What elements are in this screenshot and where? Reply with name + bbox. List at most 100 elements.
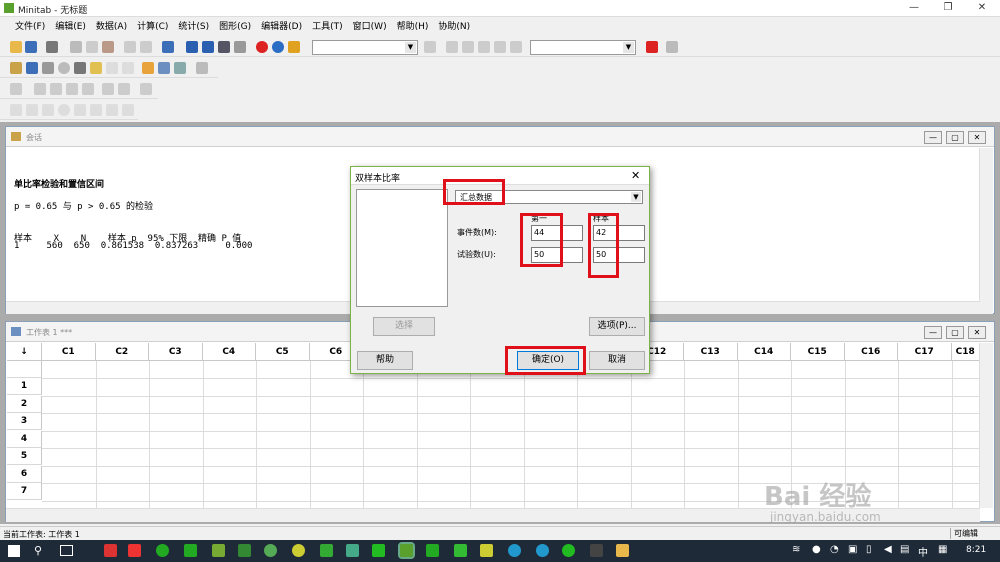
corner-cell[interactable]: ↓ — [7, 343, 42, 361]
arrow-down-icon[interactable] — [202, 41, 214, 53]
worksheet-minimize-button[interactable]: — — [924, 326, 942, 339]
graph-edit-icon-1[interactable] — [34, 83, 46, 95]
app-icon-19[interactable] — [590, 544, 603, 557]
menu-help[interactable]: 帮助(H) — [392, 18, 434, 36]
select-button[interactable]: 选择 — [373, 317, 435, 336]
column-combo[interactable]: ▼ — [312, 40, 418, 55]
cancel-icon[interactable] — [256, 41, 268, 53]
variable-listbox[interactable] — [356, 189, 448, 307]
row-number[interactable]: 4 — [7, 430, 42, 448]
new-item-icon[interactable] — [106, 62, 118, 74]
menu-tools[interactable]: 工具(T) — [307, 18, 348, 36]
chat-icon[interactable]: ● — [812, 544, 821, 555]
app-icon-2[interactable] — [128, 544, 141, 557]
line-tool-icon[interactable] — [102, 83, 114, 95]
ie-icon[interactable] — [536, 544, 549, 557]
keyboard-icon[interactable]: ▤ — [900, 544, 909, 555]
column-header[interactable]: C15 — [791, 343, 845, 361]
network-icon[interactable]: ▣ — [848, 544, 857, 555]
help-button[interactable]: 帮助 — [357, 351, 413, 370]
row-number[interactable]: 1 — [7, 378, 42, 395]
worksheet-maximize-button[interactable]: ▢ — [946, 326, 964, 339]
edge-icon[interactable] — [508, 544, 521, 557]
brush-select-icon[interactable] — [10, 83, 22, 95]
crosshair-icon[interactable] — [478, 41, 490, 53]
text-tool-icon[interactable] — [26, 104, 38, 116]
eraser-icon[interactable] — [140, 83, 152, 95]
menu-graph[interactable]: 图形(G) — [214, 18, 256, 36]
worksheet-close-button[interactable]: ✕ — [968, 326, 986, 339]
save-icon[interactable] — [25, 41, 37, 53]
graph-edit-icon-4[interactable] — [82, 83, 94, 95]
polyline-tool-icon[interactable] — [118, 83, 130, 95]
show-session-icon[interactable] — [10, 62, 22, 74]
find-icon[interactable] — [218, 41, 230, 53]
pointer-icon[interactable] — [446, 41, 458, 53]
app-icon-11[interactable] — [372, 544, 385, 557]
app-icon-14[interactable] — [454, 544, 467, 557]
row-number[interactable]: 7 — [7, 483, 42, 500]
row-number[interactable]: 3 — [7, 413, 42, 430]
session-window-icon[interactable] — [162, 41, 174, 53]
project-manager-icon[interactable] — [142, 62, 154, 74]
ime-indicator[interactable]: 中 — [918, 544, 928, 559]
column-header[interactable]: C16 — [844, 343, 898, 361]
redo-icon[interactable] — [140, 41, 152, 53]
app-icon-3[interactable] — [156, 544, 169, 557]
app-icon-1[interactable] — [104, 544, 117, 557]
info-icon[interactable] — [58, 62, 70, 74]
minimize-button[interactable]: — — [902, 1, 926, 15]
graph-edit-icon-3[interactable] — [66, 83, 78, 95]
menu-calc[interactable]: 计算(C) — [132, 18, 173, 36]
open-icon[interactable] — [10, 41, 22, 53]
undo-icon[interactable] — [124, 41, 136, 53]
session-close-button[interactable]: ✕ — [968, 131, 986, 144]
session-maximize-button[interactable]: ▢ — [946, 131, 964, 144]
column-header[interactable]: C13 — [684, 343, 738, 361]
select-arrow-icon[interactable] — [10, 104, 22, 116]
options-button[interactable]: 选项(P)... — [589, 317, 645, 336]
row-number[interactable]: 2 — [7, 395, 42, 413]
session-minimize-button[interactable]: — — [924, 131, 942, 144]
worksheet-vertical-scrollbar[interactable] — [979, 343, 993, 508]
file-explorer-icon[interactable] — [616, 544, 629, 557]
app-icon-13[interactable] — [426, 544, 439, 557]
column-header[interactable]: C5 — [256, 343, 310, 361]
wechat-icon[interactable] — [562, 544, 575, 557]
menu-editor[interactable]: 编辑器(D) — [256, 18, 307, 36]
battery-icon[interactable]: ▯ — [866, 544, 872, 555]
session-vertical-scrollbar[interactable] — [979, 148, 993, 314]
line-draw-icon[interactable] — [74, 104, 86, 116]
rectangle-tool-icon[interactable] — [42, 104, 54, 116]
assistant-icon[interactable] — [288, 41, 300, 53]
history-icon[interactable] — [74, 62, 86, 74]
polygon-tool-icon[interactable] — [106, 104, 118, 116]
clock-time[interactable]: 8:21 — [966, 545, 986, 555]
help-icon[interactable] — [272, 41, 284, 53]
delete-x-icon[interactable] — [646, 41, 658, 53]
arrow-up-icon[interactable] — [186, 41, 198, 53]
copy-icon[interactable] — [86, 41, 98, 53]
menu-stat[interactable]: 统计(S) — [173, 18, 214, 36]
name-row-header[interactable] — [7, 361, 42, 378]
freeform-tool-icon[interactable] — [122, 104, 134, 116]
show-data-icon[interactable] — [26, 62, 38, 74]
column-header[interactable]: C3 — [149, 343, 203, 361]
pen-icon[interactable] — [462, 41, 474, 53]
graph-edit-icon-2[interactable] — [50, 83, 62, 95]
copy-item-icon[interactable] — [122, 62, 134, 74]
dialog-close-icon[interactable]: ✕ — [631, 169, 640, 182]
worksheet-list-icon[interactable] — [158, 62, 170, 74]
minitab-taskbar-icon[interactable] — [398, 542, 415, 559]
replace-icon[interactable] — [234, 41, 246, 53]
column-header[interactable]: C1 — [42, 343, 96, 361]
print-icon[interactable] — [46, 41, 58, 53]
wifi-icon[interactable]: ≋ — [792, 544, 800, 555]
menu-assist[interactable]: 协助(N) — [433, 18, 475, 36]
volume-icon[interactable]: ◀ — [884, 544, 892, 555]
column-header[interactable]: C4 — [202, 343, 256, 361]
app-icon-4[interactable] — [184, 544, 197, 557]
column-header[interactable]: C17 — [898, 343, 952, 361]
onenote-icon[interactable] — [212, 544, 225, 557]
menu-window[interactable]: 窗口(W) — [348, 18, 392, 36]
